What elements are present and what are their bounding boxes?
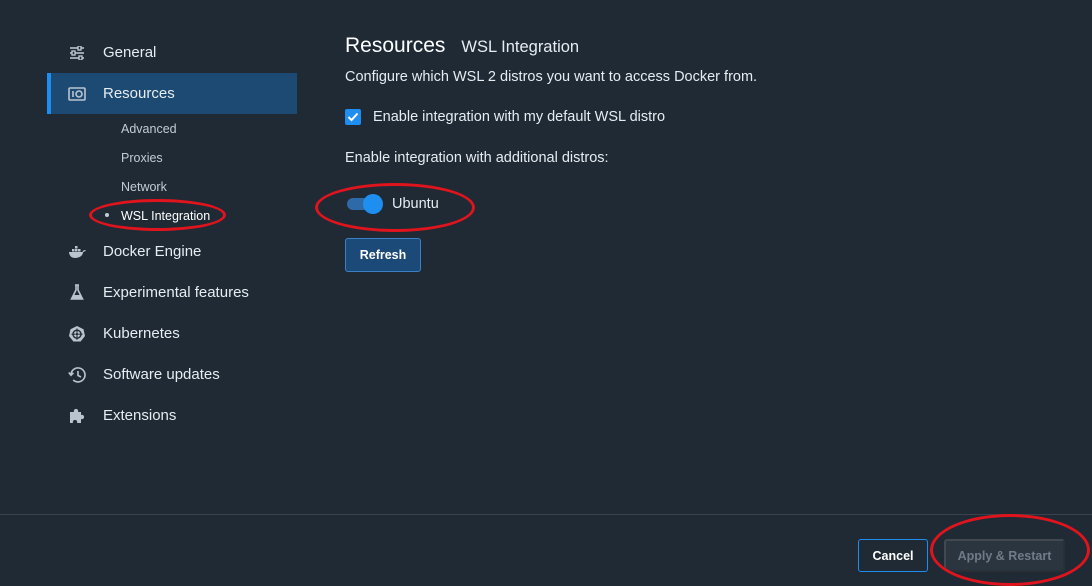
default-distro-option[interactable]: Enable integration with my default WSL d… <box>345 109 665 125</box>
sidebar-item-kubernetes[interactable]: Kubernetes <box>47 313 297 354</box>
active-subitem-dot <box>105 213 109 217</box>
sliders-icon <box>67 43 87 63</box>
puzzle-icon <box>67 406 87 426</box>
page-heading: Resources WSL Integration <box>345 34 579 58</box>
distro-toggle-row[interactable]: Ubuntu <box>345 194 439 214</box>
settings-sidebar: General Resources Advanced Proxies Netwo… <box>0 0 300 514</box>
sidebar-subitem-advanced[interactable]: Advanced <box>121 119 177 139</box>
apply-restart-button[interactable]: Apply & Restart <box>944 539 1065 572</box>
sidebar-item-label: Software updates <box>103 366 220 383</box>
default-distro-label: Enable integration with my default WSL d… <box>373 109 666 125</box>
sidebar-item-label: General <box>103 44 157 61</box>
sidebar-item-label: Kubernetes <box>103 325 180 342</box>
sidebar-item-docker-engine[interactable]: Docker Engine <box>47 231 297 272</box>
page-subtitle: WSL Integration <box>461 38 580 56</box>
flask-icon <box>67 283 87 303</box>
cancel-button[interactable]: Cancel <box>858 539 928 572</box>
sidebar-subitem-proxies[interactable]: Proxies <box>121 148 163 168</box>
sidebar-item-label: Extensions <box>103 407 177 424</box>
sidebar-subitem-wsl-integration[interactable]: WSL Integration <box>121 206 210 226</box>
sidebar-item-general[interactable]: General <box>47 32 297 73</box>
history-icon <box>67 365 87 385</box>
sidebar-item-experimental-features[interactable]: Experimental features <box>47 272 297 313</box>
sidebar-item-software-updates[interactable]: Software updates <box>47 354 297 395</box>
ubuntu-toggle[interactable] <box>345 194 383 214</box>
toggle-thumb <box>363 194 383 214</box>
default-distro-checkbox[interactable] <box>345 109 361 125</box>
whale-icon <box>67 242 87 262</box>
refresh-button[interactable]: Refresh <box>345 238 421 272</box>
page-description: Configure which WSL 2 distros you want t… <box>345 69 758 85</box>
docker-settings-window: General Resources Advanced Proxies Netwo… <box>0 0 1092 586</box>
page-title: Resources <box>345 34 446 57</box>
check-icon <box>347 112 359 122</box>
sidebar-item-extensions[interactable]: Extensions <box>47 395 297 436</box>
sidebar-item-label: Resources <box>103 85 175 102</box>
sidebar-item-label: Docker Engine <box>103 243 202 260</box>
sidebar-subitem-network[interactable]: Network <box>121 177 167 197</box>
resources-icon <box>67 84 87 104</box>
distro-label: Ubuntu <box>392 196 439 212</box>
sidebar-item-resources[interactable]: Resources <box>47 73 297 114</box>
sidebar-item-label: Experimental features <box>103 284 249 301</box>
helm-icon <box>67 324 87 344</box>
footer-divider <box>0 514 1092 515</box>
additional-distros-label: Enable integration with additional distr… <box>345 150 609 166</box>
